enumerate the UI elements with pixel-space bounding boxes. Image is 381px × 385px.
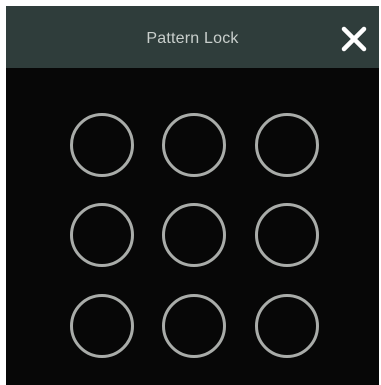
pattern-node-4[interactable]	[70, 203, 134, 267]
title-bar: Pattern Lock	[6, 6, 379, 68]
close-button[interactable]	[337, 22, 371, 56]
pattern-node-8[interactable]	[162, 294, 226, 358]
pattern-grid	[6, 68, 379, 385]
pattern-node-6[interactable]	[255, 203, 319, 267]
pattern-node-5[interactable]	[162, 203, 226, 267]
pattern-node-3[interactable]	[255, 113, 319, 177]
pattern-lock-dialog: Pattern Lock	[6, 6, 379, 385]
pattern-node-2[interactable]	[162, 113, 226, 177]
pattern-node-7[interactable]	[70, 294, 134, 358]
close-icon	[341, 26, 367, 52]
pattern-node-9[interactable]	[255, 294, 319, 358]
dialog-title: Pattern Lock	[146, 30, 239, 47]
pattern-node-1[interactable]	[70, 113, 134, 177]
